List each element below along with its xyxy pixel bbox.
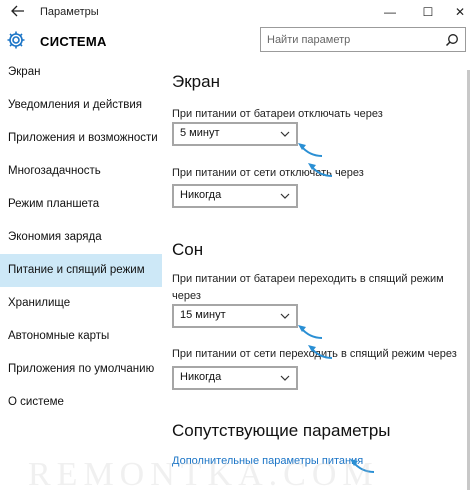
sleep-heading: Сон	[172, 240, 204, 259]
chevron-down-icon	[280, 131, 290, 137]
search-icon[interactable]	[445, 33, 459, 47]
sidebar-item-storage[interactable]: Хранилище	[0, 287, 162, 320]
annotation-arrow-icon	[350, 459, 375, 473]
select-value: Никогда	[180, 371, 222, 383]
select-value: 15 минут	[180, 309, 226, 321]
screen-battery-select[interactable]: 5 минут	[172, 122, 298, 146]
chevron-down-icon	[280, 193, 290, 199]
window-title: Параметры	[40, 6, 99, 18]
sidebar-item-power-sleep[interactable]: Питание и спящий режим	[0, 254, 162, 287]
sidebar-item-about[interactable]: О системе	[0, 386, 162, 419]
sidebar-item-apps-features[interactable]: Приложения и возможности	[0, 122, 162, 155]
sidebar: Экран Уведомления и действия Приложения …	[0, 56, 162, 503]
search-box[interactable]	[260, 27, 466, 52]
screen-ac-select[interactable]: Никогда	[172, 184, 298, 208]
related-heading: Сопутствующие параметры	[172, 421, 391, 440]
screen-battery-label: При питании от батареи отключать через	[172, 108, 383, 120]
chevron-down-icon	[280, 375, 290, 381]
sidebar-item-notifications[interactable]: Уведомления и действия	[0, 89, 162, 122]
annotation-arrow-icon	[298, 143, 323, 157]
sidebar-item-multitasking[interactable]: Многозадачность	[0, 155, 162, 188]
screen-heading: Экран	[172, 72, 220, 91]
close-button[interactable]: ✕	[446, 2, 474, 22]
sidebar-item-tablet-mode[interactable]: Режим планшета	[0, 188, 162, 221]
additional-power-settings-link[interactable]: Дополнительные параметры питания	[172, 455, 363, 467]
page-title: СИСТЕМА	[40, 34, 107, 49]
scrollbar-thumb[interactable]	[467, 70, 470, 490]
back-button[interactable]	[8, 3, 28, 21]
annotation-arrow-icon	[308, 163, 333, 177]
sleep-battery-select[interactable]: 15 минут	[172, 304, 298, 328]
minimize-button[interactable]: —	[376, 2, 404, 22]
annotation-arrow-icon	[308, 345, 333, 359]
sidebar-item-default-apps[interactable]: Приложения по умолчанию	[0, 353, 162, 386]
select-value: Никогда	[180, 189, 222, 201]
maximize-button[interactable]: ☐	[414, 2, 442, 22]
sleep-ac-select[interactable]: Никогда	[172, 366, 298, 390]
select-value: 5 минут	[180, 127, 220, 139]
back-arrow-icon	[11, 5, 24, 17]
chevron-down-icon	[280, 313, 290, 319]
sleep-battery-label: При питании от батареи переходить в спящ…	[172, 273, 444, 302]
gear-icon	[7, 31, 25, 49]
sidebar-item-offline-maps[interactable]: Автономные карты	[0, 320, 162, 353]
sidebar-item-display[interactable]: Экран	[0, 56, 162, 89]
search-input[interactable]	[267, 31, 437, 48]
annotation-arrow-icon	[298, 325, 323, 339]
title-bar: Параметры — ☐ ✕	[0, 0, 474, 24]
sidebar-item-battery-saver[interactable]: Экономия заряда	[0, 221, 162, 254]
